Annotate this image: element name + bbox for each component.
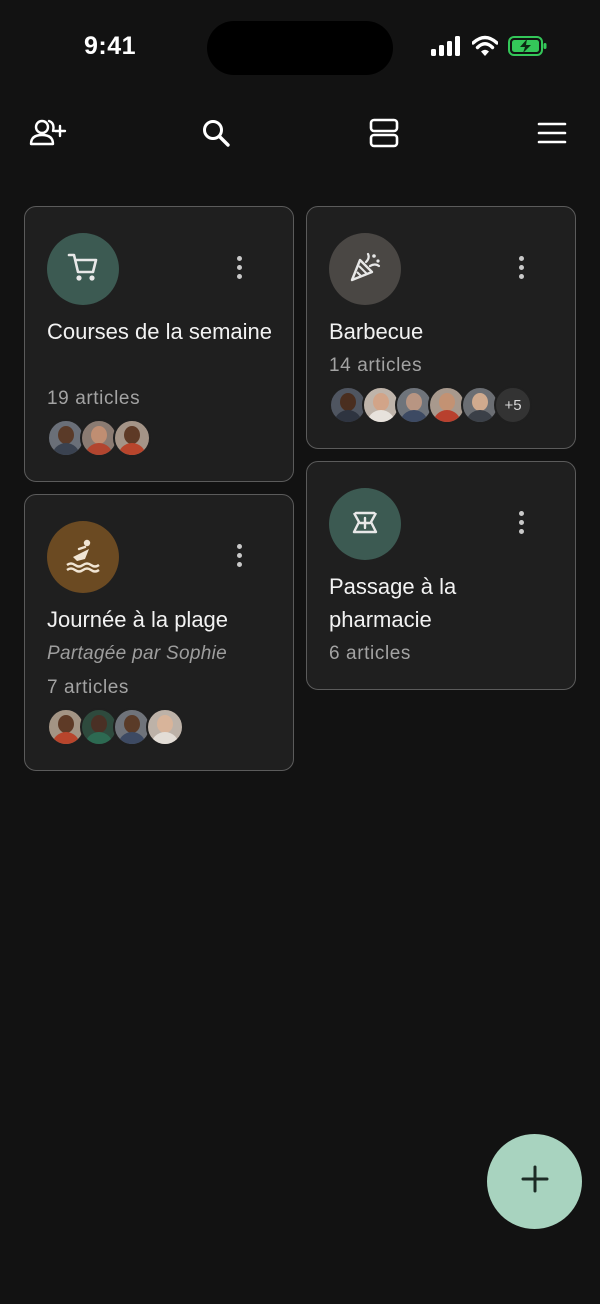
search-button[interactable]	[189, 108, 243, 162]
more-options-icon[interactable]	[509, 502, 533, 542]
add-person-button[interactable]	[21, 108, 75, 162]
collaborator-avatars	[47, 419, 151, 457]
list-title: Passage à la pharmacie	[329, 574, 457, 632]
menu-icon	[537, 121, 567, 150]
status-icons	[430, 35, 548, 61]
list-icon-badge	[329, 233, 401, 305]
more-options-icon[interactable]	[509, 247, 533, 287]
view-toggle-button[interactable]	[357, 108, 411, 162]
collaborator-avatars: +5	[329, 386, 532, 424]
avatar	[146, 708, 184, 746]
list-title: Barbecue	[329, 319, 424, 344]
menu-button[interactable]	[525, 108, 579, 162]
add-person-icon	[28, 117, 68, 154]
status-time: 9:41	[84, 32, 137, 60]
plus-icon	[520, 1164, 550, 1199]
party-popper-icon	[348, 250, 382, 289]
list-title: Courses de la semaine	[47, 319, 273, 344]
dynamic-island	[207, 21, 393, 75]
list-icon-badge	[47, 233, 119, 305]
top-toolbar	[0, 108, 600, 162]
more-options-icon[interactable]	[227, 535, 251, 575]
list-item-count: 6 articles	[329, 643, 412, 664]
list-item-count: 7 articles	[47, 677, 130, 698]
wifi-icon	[471, 35, 499, 62]
list-card-plage[interactable]: Journée à la plage Partagée par Sophie 7…	[24, 494, 294, 771]
surfing-icon	[65, 537, 101, 578]
list-title: Journée à la plage	[47, 607, 229, 632]
list-item-count: 19 articles	[47, 388, 141, 409]
list-icon-badge	[329, 488, 401, 560]
shared-by-label: Partagée par Sophie	[47, 643, 227, 664]
avatar	[113, 419, 151, 457]
shopping-cart-icon	[66, 250, 100, 289]
status-bar: 9:41	[0, 0, 600, 96]
view-agenda-icon	[368, 117, 400, 154]
battery-charging-icon	[508, 35, 548, 62]
add-list-button[interactable]	[487, 1134, 582, 1229]
cellular-signal-icon	[430, 35, 462, 62]
list-icon-badge	[47, 521, 119, 593]
list-card-barbecue[interactable]: Barbecue 14 articles +5	[306, 206, 576, 449]
list-item-count: 14 articles	[329, 355, 423, 376]
list-card-courses[interactable]: Courses de la semaine 19 articles	[24, 206, 294, 482]
medication-icon	[348, 505, 382, 544]
more-options-icon[interactable]	[227, 247, 251, 287]
collaborator-avatars	[47, 708, 184, 746]
search-icon	[200, 117, 232, 154]
list-card-pharmacie[interactable]: Passage à la pharmacie 6 articles	[306, 461, 576, 690]
more-collaborators-badge: +5	[494, 386, 532, 424]
